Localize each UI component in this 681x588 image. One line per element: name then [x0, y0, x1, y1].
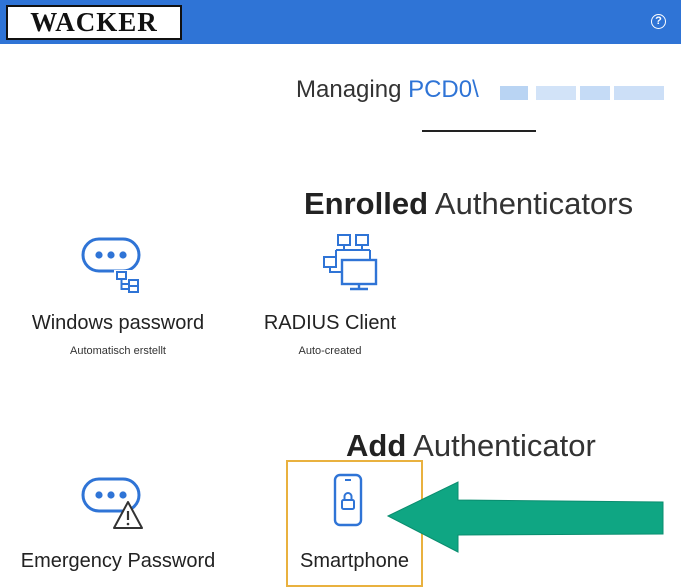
- redacted-block: [536, 86, 576, 100]
- wacker-logo: WACKER: [6, 5, 182, 40]
- radius-client-tile[interactable]: RADIUS Client Auto-created: [258, 226, 458, 366]
- divider: [422, 130, 536, 132]
- tile-sublabel: Auto-created: [298, 345, 362, 357]
- tile-label: RADIUS Client: [263, 312, 397, 334]
- smartphone-icon: [333, 473, 363, 527]
- redacted-block: [614, 86, 664, 100]
- annotation-arrow-icon: [386, 481, 664, 553]
- redacted-block: [580, 86, 610, 100]
- radius-client-icon: [323, 234, 378, 291]
- tile-label: Windows password: [31, 312, 205, 334]
- top-bar: WACKER ?: [0, 0, 681, 44]
- emergency-password-tile[interactable]: Emergency Password: [0, 470, 236, 580]
- managed-account: PCD0\: [408, 76, 479, 103]
- enrolled-authenticators-title: Enrolled Authenticators: [304, 186, 634, 221]
- tile-sublabel: Automatisch erstellt: [70, 345, 166, 357]
- logo-text: WACKER: [30, 7, 158, 37]
- managing-line: Managing PCD0\: [296, 76, 479, 104]
- windows-password-icon: [81, 237, 141, 293]
- add-authenticator-title: Add Authenticator: [346, 428, 596, 463]
- redacted-block: [500, 86, 528, 100]
- managing-prefix: Managing: [296, 76, 402, 103]
- tile-label: Emergency Password: [20, 550, 216, 572]
- emergency-password-icon: [81, 477, 143, 529]
- windows-password-tile[interactable]: Windows password Automatisch erstellt: [18, 226, 218, 366]
- help-icon[interactable]: ?: [651, 14, 666, 29]
